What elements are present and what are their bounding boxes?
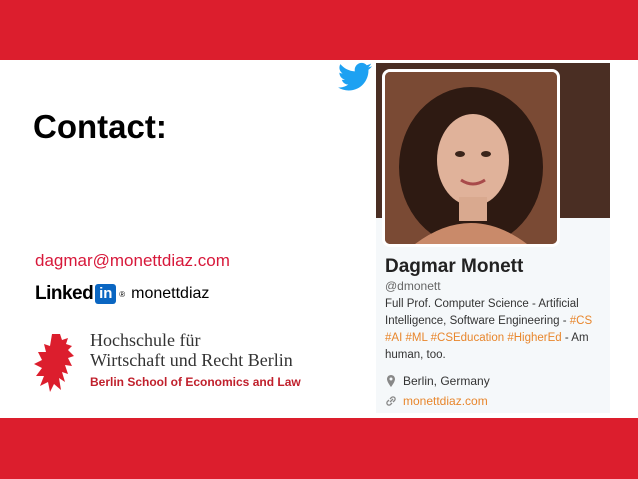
linkedin-handle: monettdiaz — [131, 285, 210, 302]
bio-text: Full Prof. Computer Science - Artificial… — [385, 298, 579, 327]
website-link[interactable]: monettdiaz.com — [403, 394, 488, 408]
link-icon — [386, 396, 396, 406]
school-logo: Hochschule für Wirtschaft und Recht Berl… — [32, 330, 332, 395]
hashtag[interactable]: #HigherEd — [507, 332, 561, 344]
school-name-line2: Wirtschaft und Recht Berlin — [90, 350, 293, 370]
berlin-bear-icon — [34, 334, 74, 392]
avatar-portrait-image — [385, 72, 557, 244]
location-pin-icon — [387, 375, 395, 387]
profile-avatar — [382, 69, 560, 247]
hashtag[interactable]: #CS — [570, 315, 592, 327]
email-link[interactable]: dagmar@monettdiaz.com — [35, 251, 230, 271]
linkedin-row[interactable]: Linked in ® monettdiaz — [35, 283, 209, 305]
slide-title: Contact: — [33, 108, 167, 145]
hashtag[interactable]: #ML — [405, 332, 427, 344]
profile-name: Dagmar Monett — [385, 256, 524, 277]
school-name-english: Berlin School of Economics and Law — [90, 375, 301, 389]
hashtag[interactable]: #AI — [385, 332, 402, 344]
hashtag[interactable]: #CSEducation — [431, 332, 505, 344]
linkedin-logo-icon: Linked — [35, 283, 94, 304]
school-name-line1: Hochschule für — [90, 330, 201, 350]
twitter-profile-card[interactable]: Dagmar Monett @dmonett Full Prof. Comput… — [376, 63, 610, 413]
bottom-red-band — [0, 418, 638, 479]
profile-location: Berlin, Germany — [385, 374, 490, 388]
twitter-bird-icon — [338, 62, 372, 91]
profile-handle: @dmonett — [385, 279, 441, 293]
linkedin-in-box: in — [95, 284, 117, 304]
profile-bio: Full Prof. Computer Science - Artificial… — [385, 296, 607, 364]
location-text: Berlin, Germany — [403, 374, 490, 388]
top-red-band — [0, 0, 638, 60]
profile-website[interactable]: monettdiaz.com — [385, 394, 488, 408]
linkedin-registered-mark: ® — [119, 289, 126, 299]
